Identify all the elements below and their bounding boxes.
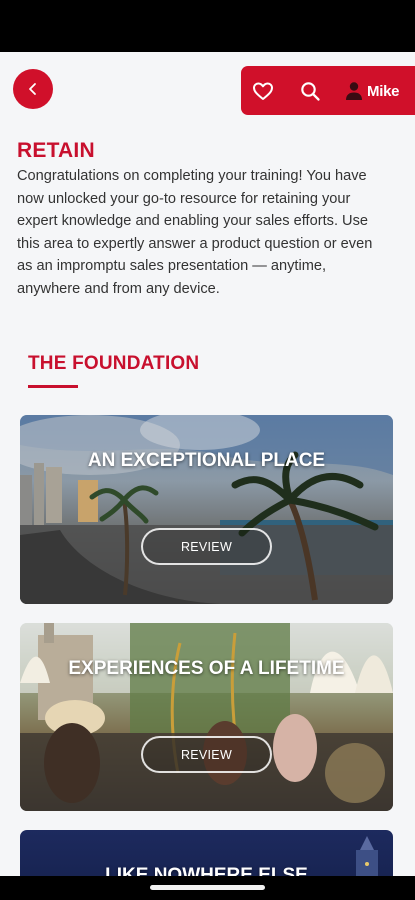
person-icon	[346, 82, 362, 100]
back-button[interactable]	[13, 69, 53, 109]
card-title: AN EXCEPTIONAL PLACE	[87, 450, 326, 471]
seaside-photo	[20, 415, 393, 604]
card-title: EXPERIENCES OF A LIFETIME	[68, 658, 345, 679]
header-toolbar: Mike	[241, 66, 415, 115]
review-button[interactable]: REVIEW	[141, 736, 272, 773]
page-title: RETAIN	[17, 139, 95, 162]
review-button[interactable]: REVIEW	[141, 528, 272, 565]
section-underline	[28, 385, 78, 388]
chevron-left-icon	[29, 83, 36, 95]
intro-text: Congratulations on completing your train…	[17, 168, 373, 297]
home-gesture-handle[interactable]	[150, 885, 265, 890]
cafe-photo	[20, 623, 393, 811]
user-menu-button[interactable]: Mike	[345, 78, 399, 104]
user-name: Mike	[367, 82, 400, 100]
heart-icon[interactable]	[251, 79, 275, 103]
card-experiences-of-a-lifetime[interactable]: EXPERIENCES OF A LIFETIME REVIEW	[20, 623, 393, 811]
section-title: THE FOUNDATION	[28, 353, 200, 374]
search-icon[interactable]	[298, 79, 322, 103]
status-bar	[0, 0, 415, 52]
card-exceptional-place[interactable]: AN EXCEPTIONAL PLACE REVIEW	[20, 415, 393, 604]
